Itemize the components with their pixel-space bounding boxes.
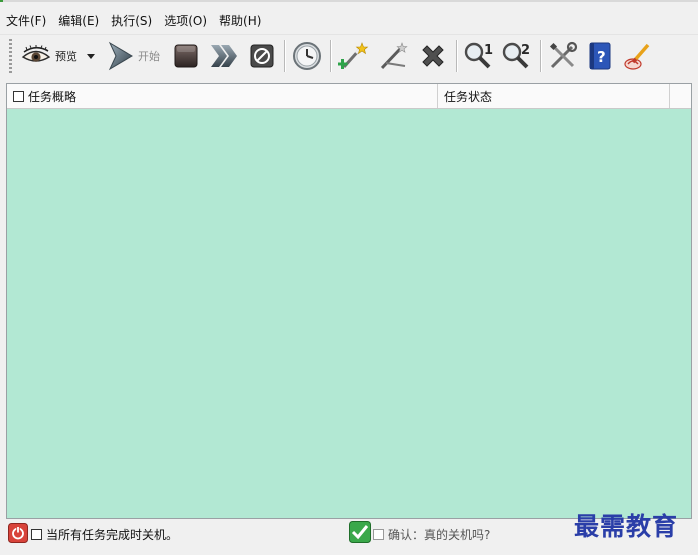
toolbar-separator xyxy=(540,40,541,72)
cancel-icon xyxy=(249,43,275,69)
shutdown-label: 当所有任务完成时关机。 xyxy=(46,528,179,542)
preview-dropdown-button[interactable] xyxy=(84,38,98,74)
shutdown-checkbox[interactable] xyxy=(31,529,42,540)
column-header-summary[interactable]: 任务概略 xyxy=(7,84,438,108)
tools-icon xyxy=(548,41,578,71)
confirm-checkbox[interactable] xyxy=(373,529,384,540)
checkmark-icon xyxy=(349,521,371,546)
start-label: 开始 xyxy=(138,50,160,63)
find-2-icon: 2 xyxy=(501,41,533,71)
watermark-text: 最需教育 xyxy=(574,512,679,541)
edit-task-button[interactable] xyxy=(376,38,412,74)
add-task-button[interactable] xyxy=(336,38,372,74)
preview-button[interactable]: 预览 xyxy=(18,38,80,74)
brush-icon xyxy=(622,41,652,71)
list-header: 任务概略 任务状态 xyxy=(7,84,691,109)
toolbar-separator xyxy=(284,40,285,72)
find-first-button[interactable]: 1 xyxy=(462,38,496,74)
cancel-button[interactable] xyxy=(246,38,278,74)
next-button[interactable] xyxy=(206,38,240,74)
find-1-icon: 1 xyxy=(463,41,495,71)
menu-help[interactable]: 帮助(H) xyxy=(213,10,267,32)
power-icon xyxy=(8,523,28,546)
add-task-icon xyxy=(338,41,370,71)
clear-button[interactable] xyxy=(620,38,654,74)
help-book-icon: ? xyxy=(587,41,613,71)
menu-options[interactable]: 选项(O) xyxy=(158,10,213,32)
delete-task-button[interactable] xyxy=(416,38,450,74)
window-top-edge xyxy=(0,0,698,2)
schedule-button[interactable] xyxy=(290,38,324,74)
stop-icon xyxy=(173,43,199,69)
clock-icon xyxy=(292,41,322,71)
shutdown-when-done-option[interactable]: 当所有任务完成时关机。 xyxy=(31,526,178,543)
column-header-status[interactable]: 任务状态 xyxy=(439,84,670,108)
dropdown-arrow-icon xyxy=(87,53,95,59)
confirm-label: 确认：真的关机吗? xyxy=(388,528,491,542)
stop-button[interactable] xyxy=(170,38,202,74)
settings-button[interactable] xyxy=(546,38,580,74)
svg-text:1: 1 xyxy=(484,43,493,58)
preview-label: 预览 xyxy=(55,50,77,63)
next-icon xyxy=(208,42,238,70)
menu-bar: 文件(F) 编辑(E) 执行(S) 选项(O) 帮助(H) xyxy=(0,10,698,32)
menu-execute[interactable]: 执行(S) xyxy=(105,10,158,32)
menu-file[interactable]: 文件(F) xyxy=(0,10,52,32)
wand-icon xyxy=(378,41,410,71)
column-status-label: 任务状态 xyxy=(444,89,493,104)
toolbar: 预览 开始 1 2 ? xyxy=(0,34,698,77)
eye-icon xyxy=(21,45,51,67)
play-icon xyxy=(106,41,134,71)
toolbar-separator xyxy=(330,40,331,72)
list-body[interactable] xyxy=(7,109,691,518)
confirm-shutdown-option[interactable]: 确认：真的关机吗? xyxy=(373,526,490,543)
help-button[interactable]: ? xyxy=(584,38,616,74)
task-list[interactable]: 任务概略 任务状态 xyxy=(6,83,692,519)
delete-icon xyxy=(418,41,448,71)
svg-text:?: ? xyxy=(597,48,606,66)
toolbar-separator xyxy=(456,40,457,72)
select-all-checkbox[interactable] xyxy=(13,90,24,102)
svg-text:2: 2 xyxy=(521,43,530,58)
menu-edit[interactable]: 编辑(E) xyxy=(52,10,105,32)
column-summary-label: 任务概略 xyxy=(28,89,77,104)
toolbar-grip[interactable] xyxy=(9,39,12,73)
start-button[interactable]: 开始 xyxy=(102,38,164,74)
find-second-button[interactable]: 2 xyxy=(500,38,534,74)
